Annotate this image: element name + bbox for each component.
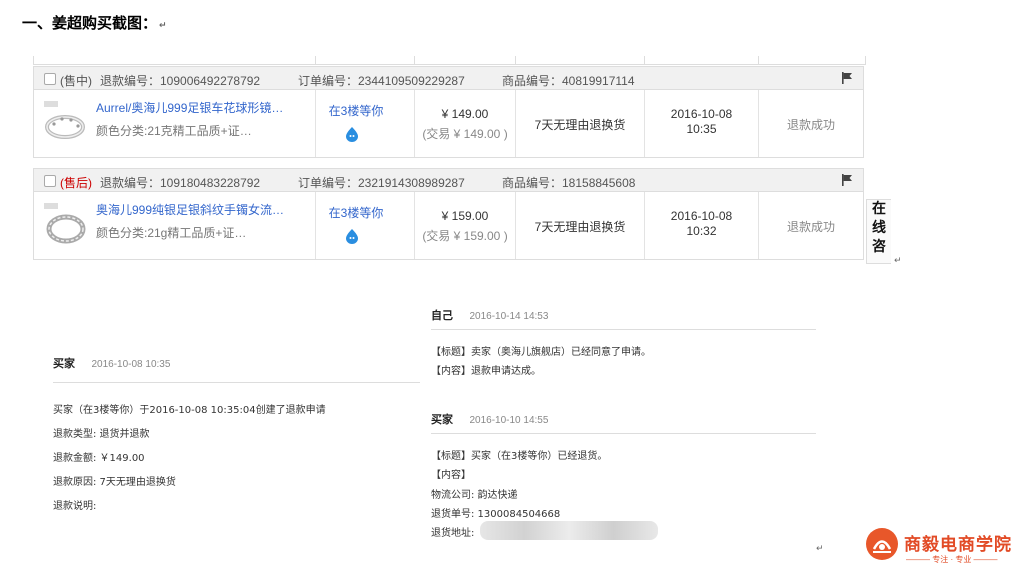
refund-datetime: 2016-10-08 10:32 [645,209,758,239]
order-checkbox[interactable] [44,175,56,187]
order-row: Aurrel/奥海儿999足银车花球形镜… 颜色分类:21克精工品质+证… 在3… [33,90,864,158]
order-row: 奥海儿999纯银足银斜纹手镯女流… 颜色分类:21g精工品质+证… 在3楼等你 … [33,192,864,260]
previous-order-stub [33,56,866,65]
stub-divider [644,56,645,64]
service-type: 7天无理由退换货 [534,220,626,234]
message-time: 2016-10-14 14:53 [469,311,549,322]
order-number: 订单编号：2321914308989287 [298,176,465,190]
sender-name: 自己 [431,309,453,322]
heading-text: 一、姜超购买截图： [22,14,158,32]
return-mark: ↵ [159,21,167,31]
order-checkbox[interactable] [44,73,56,85]
message-line: 【内容】退款申请达成。 [431,366,541,377]
message-line: 退货地址: [431,528,475,539]
order-number: 订单编号：2344109509229287 [298,74,465,88]
page-heading: 一、姜超购买截图： ↵ [22,12,167,33]
stub-divider [515,56,516,64]
refund-price: ¥ 159.00 [441,209,489,223]
refund-number: 退款编号：109180483228792 [100,176,261,190]
stub-divider [315,56,316,64]
trade-price: (交易 ¥ 149.00 ) [422,127,508,141]
service-type: 7天无理由退换货 [534,118,626,132]
message-line: 退款金额: ￥149.00 [53,453,145,464]
message-line: 退款说明: [53,501,97,512]
return-mark: ↵ [816,543,824,553]
divider [53,382,420,383]
refund-time: 10:35 [686,122,717,136]
product-number: 商品编号：40819917114 [502,74,635,88]
bracelet-thumbnail[interactable] [40,97,88,145]
refund-date: 2016-10-08 [670,209,733,223]
refund-status-link[interactable]: 退款成功 [759,116,863,133]
message-time: 2016-10-08 10:35 [91,359,171,370]
column-divider [414,192,415,259]
sender-name: 买家 [53,357,75,370]
wangwang-chat-icon[interactable] [344,126,360,142]
refund-datetime: 2016-10-08 10:35 [645,107,758,137]
seller-link[interactable]: 在3楼等你 [316,102,396,119]
order-header: (售中) 退款编号：109006492278792 订单编号：234410950… [33,66,864,90]
order-status: (售中) [60,74,92,88]
stub-divider [758,56,759,64]
divider [431,329,816,330]
logo-emblem-icon [866,528,898,560]
redacted-address [480,521,658,540]
sender-name: 买家 [431,413,453,426]
message-line: 【内容】 [431,470,471,481]
order-header: (售后) 退款编号：109180483228792 订单编号：232191430… [33,168,864,192]
wangwang-chat-icon[interactable] [344,228,360,244]
message-header: 买家 2016-10-10 14:55 [431,410,548,428]
product-number: 商品编号：18158845608 [502,176,636,190]
message-line: 退款类型: 退货并退款 [53,429,150,440]
logo-slogan: ——— 专注 · 专业 ——— [906,555,998,564]
stub-divider [414,56,415,64]
refund-time: 10:32 [686,224,717,238]
trade-price: (交易 ¥ 159.00 ) [422,229,508,243]
column-divider [315,192,316,259]
online-consult-tab[interactable]: 在线咨 [866,199,891,264]
return-mark: ↵ [894,255,902,265]
flag-icon[interactable] [841,174,853,186]
divider [431,433,816,434]
refund-status-link[interactable]: 退款成功 [759,218,863,235]
message-line: 退款原因: 7天无理由退换货 [53,477,176,488]
message-line: 物流公司: 韵达快递 [431,490,518,501]
message-line: 【标题】买家（在3楼等你）已经退货。 [431,451,608,462]
refund-price: ¥ 149.00 [441,107,489,121]
refund-number: 退款编号：109006492278792 [100,74,261,88]
message-header: 买家 2016-10-08 10:35 [53,354,170,372]
message-header: 自己 2016-10-14 14:53 [431,306,548,324]
seller-link[interactable]: 在3楼等你 [316,204,396,221]
flag-icon[interactable] [841,72,853,84]
order-status: (售后) [60,176,92,190]
school-logo: 商毅电商学院 ——— 专注 · 专业 ——— [866,528,1016,568]
message-time: 2016-10-10 14:55 [469,415,549,426]
refund-date: 2016-10-08 [670,107,733,121]
column-divider [414,90,415,157]
bracelet-thumbnail[interactable] [40,199,88,247]
product-sku: 颜色分类:21g精工品质+证… [96,226,247,240]
message-line: 【标题】卖家（奥海儿旗舰店）已经同意了申请。 [431,347,651,358]
product-sku: 颜色分类:21克精工品质+证… [96,124,252,138]
product-title-link[interactable]: Aurrel/奥海儿999足银车花球形镜… [96,99,291,116]
message-line: 买家（在3楼等你）于2016-10-08 10:35:04创建了退款申请 [53,405,326,416]
product-title-link[interactable]: 奥海儿999纯银足银斜纹手镯女流… [96,201,291,218]
message-line: 退货单号: 1300084504668 [431,509,561,520]
logo-name: 商毅电商学院 [904,535,1012,555]
column-divider [315,90,316,157]
